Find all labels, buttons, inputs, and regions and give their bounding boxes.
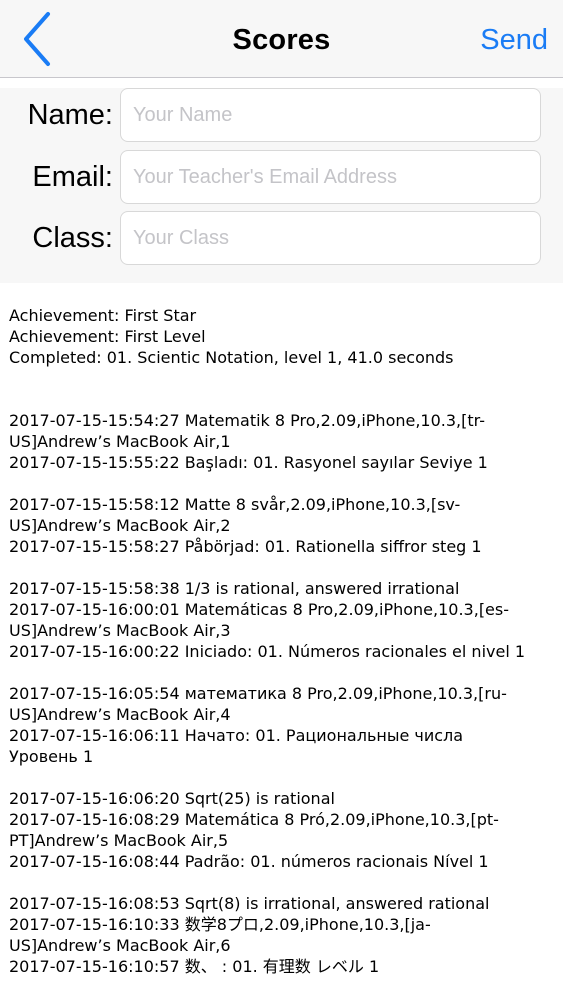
name-row: Name:: [0, 88, 563, 142]
log-line: 2017-07-15-16:05:54 математика 8 Pro,2.0…: [9, 684, 507, 703]
log-entry: 2017-07-15-15:58:12 Matte 8 svår,2.09,iP…: [9, 494, 557, 557]
navigation-bar: Scores Send: [0, 0, 563, 78]
log-entry: 2017-07-15-16:08:53 Sqrt(8) is irrationa…: [9, 893, 557, 977]
name-field[interactable]: [120, 88, 541, 142]
log-line: US]Andrew’s MacBook Air,4: [9, 705, 231, 724]
log-line: 2017-07-15-16:10:57 数、 : 01. 有理数 レベル 1: [9, 957, 380, 976]
log-line: 2017-07-15-15:54:27 Matematik 8 Pro,2.09…: [9, 411, 485, 430]
log-entry: 2017-07-15-15:58:38 1/3 is rational, ans…: [9, 578, 557, 662]
log-line: 2017-07-15-15:58:12 Matte 8 svår,2.09,iP…: [9, 495, 461, 514]
name-label: Name:: [27, 99, 113, 131]
log-line: Уровень 1: [9, 747, 94, 766]
class-field[interactable]: [120, 211, 541, 265]
log-line: 2017-07-15-16:06:11 Начато: 01. Рационал…: [9, 726, 464, 745]
log-line: US]Andrew’s MacBook Air,1: [9, 432, 231, 451]
email-field[interactable]: [120, 150, 541, 204]
log-entry: 2017-07-15-16:05:54 математика 8 Pro,2.0…: [9, 683, 557, 767]
log-line: US]Andrew’s MacBook Air,2: [9, 516, 231, 535]
log-line: 2017-07-15-15:55:22 Başladı: 01. Rasyone…: [9, 453, 488, 472]
class-row: Class:: [0, 211, 563, 265]
log-line: 2017-07-15-16:08:29 Matemática 8 Pró,2.0…: [9, 810, 499, 829]
log-line: 2017-07-15-15:58:27 Påbörjad: 01. Ration…: [9, 537, 482, 556]
log-summary-line: Completed: 01. Scientic Notation, level …: [9, 348, 454, 367]
log-line: US]Andrew’s MacBook Air,3: [9, 621, 231, 640]
email-label: Email:: [32, 161, 113, 193]
page-title: Scores: [232, 24, 331, 56]
log-line: 2017-07-15-16:00:01 Matemáticas 8 Pro,2.…: [9, 600, 510, 619]
log-line: 2017-07-15-16:08:53 Sqrt(8) is irrationa…: [9, 894, 490, 913]
log-line: 2017-07-15-16:06:20 Sqrt(25) is rational: [9, 789, 335, 808]
log-entry: 2017-07-15-15:54:27 Matematik 8 Pro,2.09…: [9, 410, 557, 473]
score-log: Achievement: First Star Achievement: Fir…: [9, 305, 557, 977]
email-row: Email:: [0, 150, 563, 204]
log-summary-line: Achievement: First Star: [9, 306, 197, 325]
log-entry: 2017-07-15-16:06:20 Sqrt(25) is rational…: [9, 788, 557, 872]
send-button[interactable]: Send: [480, 22, 548, 58]
log-line: 2017-07-15-16:10:33 数学8プロ,2.09,iPhone,10…: [9, 915, 431, 934]
log-line: PT]Andrew’s MacBook Air,5: [9, 831, 229, 850]
log-line: US]Andrew’s MacBook Air,6: [9, 936, 231, 955]
log-line: 2017-07-15-16:08:44 Padrão: 01. números …: [9, 852, 489, 871]
log-summary-line: Achievement: First Level: [9, 327, 206, 346]
class-label: Class:: [32, 222, 113, 254]
log-line: 2017-07-15-15:58:38 1/3 is rational, ans…: [9, 579, 460, 598]
student-info-form: Name: Email: Class:: [0, 88, 563, 283]
log-line: 2017-07-15-16:00:22 Iniciado: 01. Número…: [9, 642, 526, 661]
